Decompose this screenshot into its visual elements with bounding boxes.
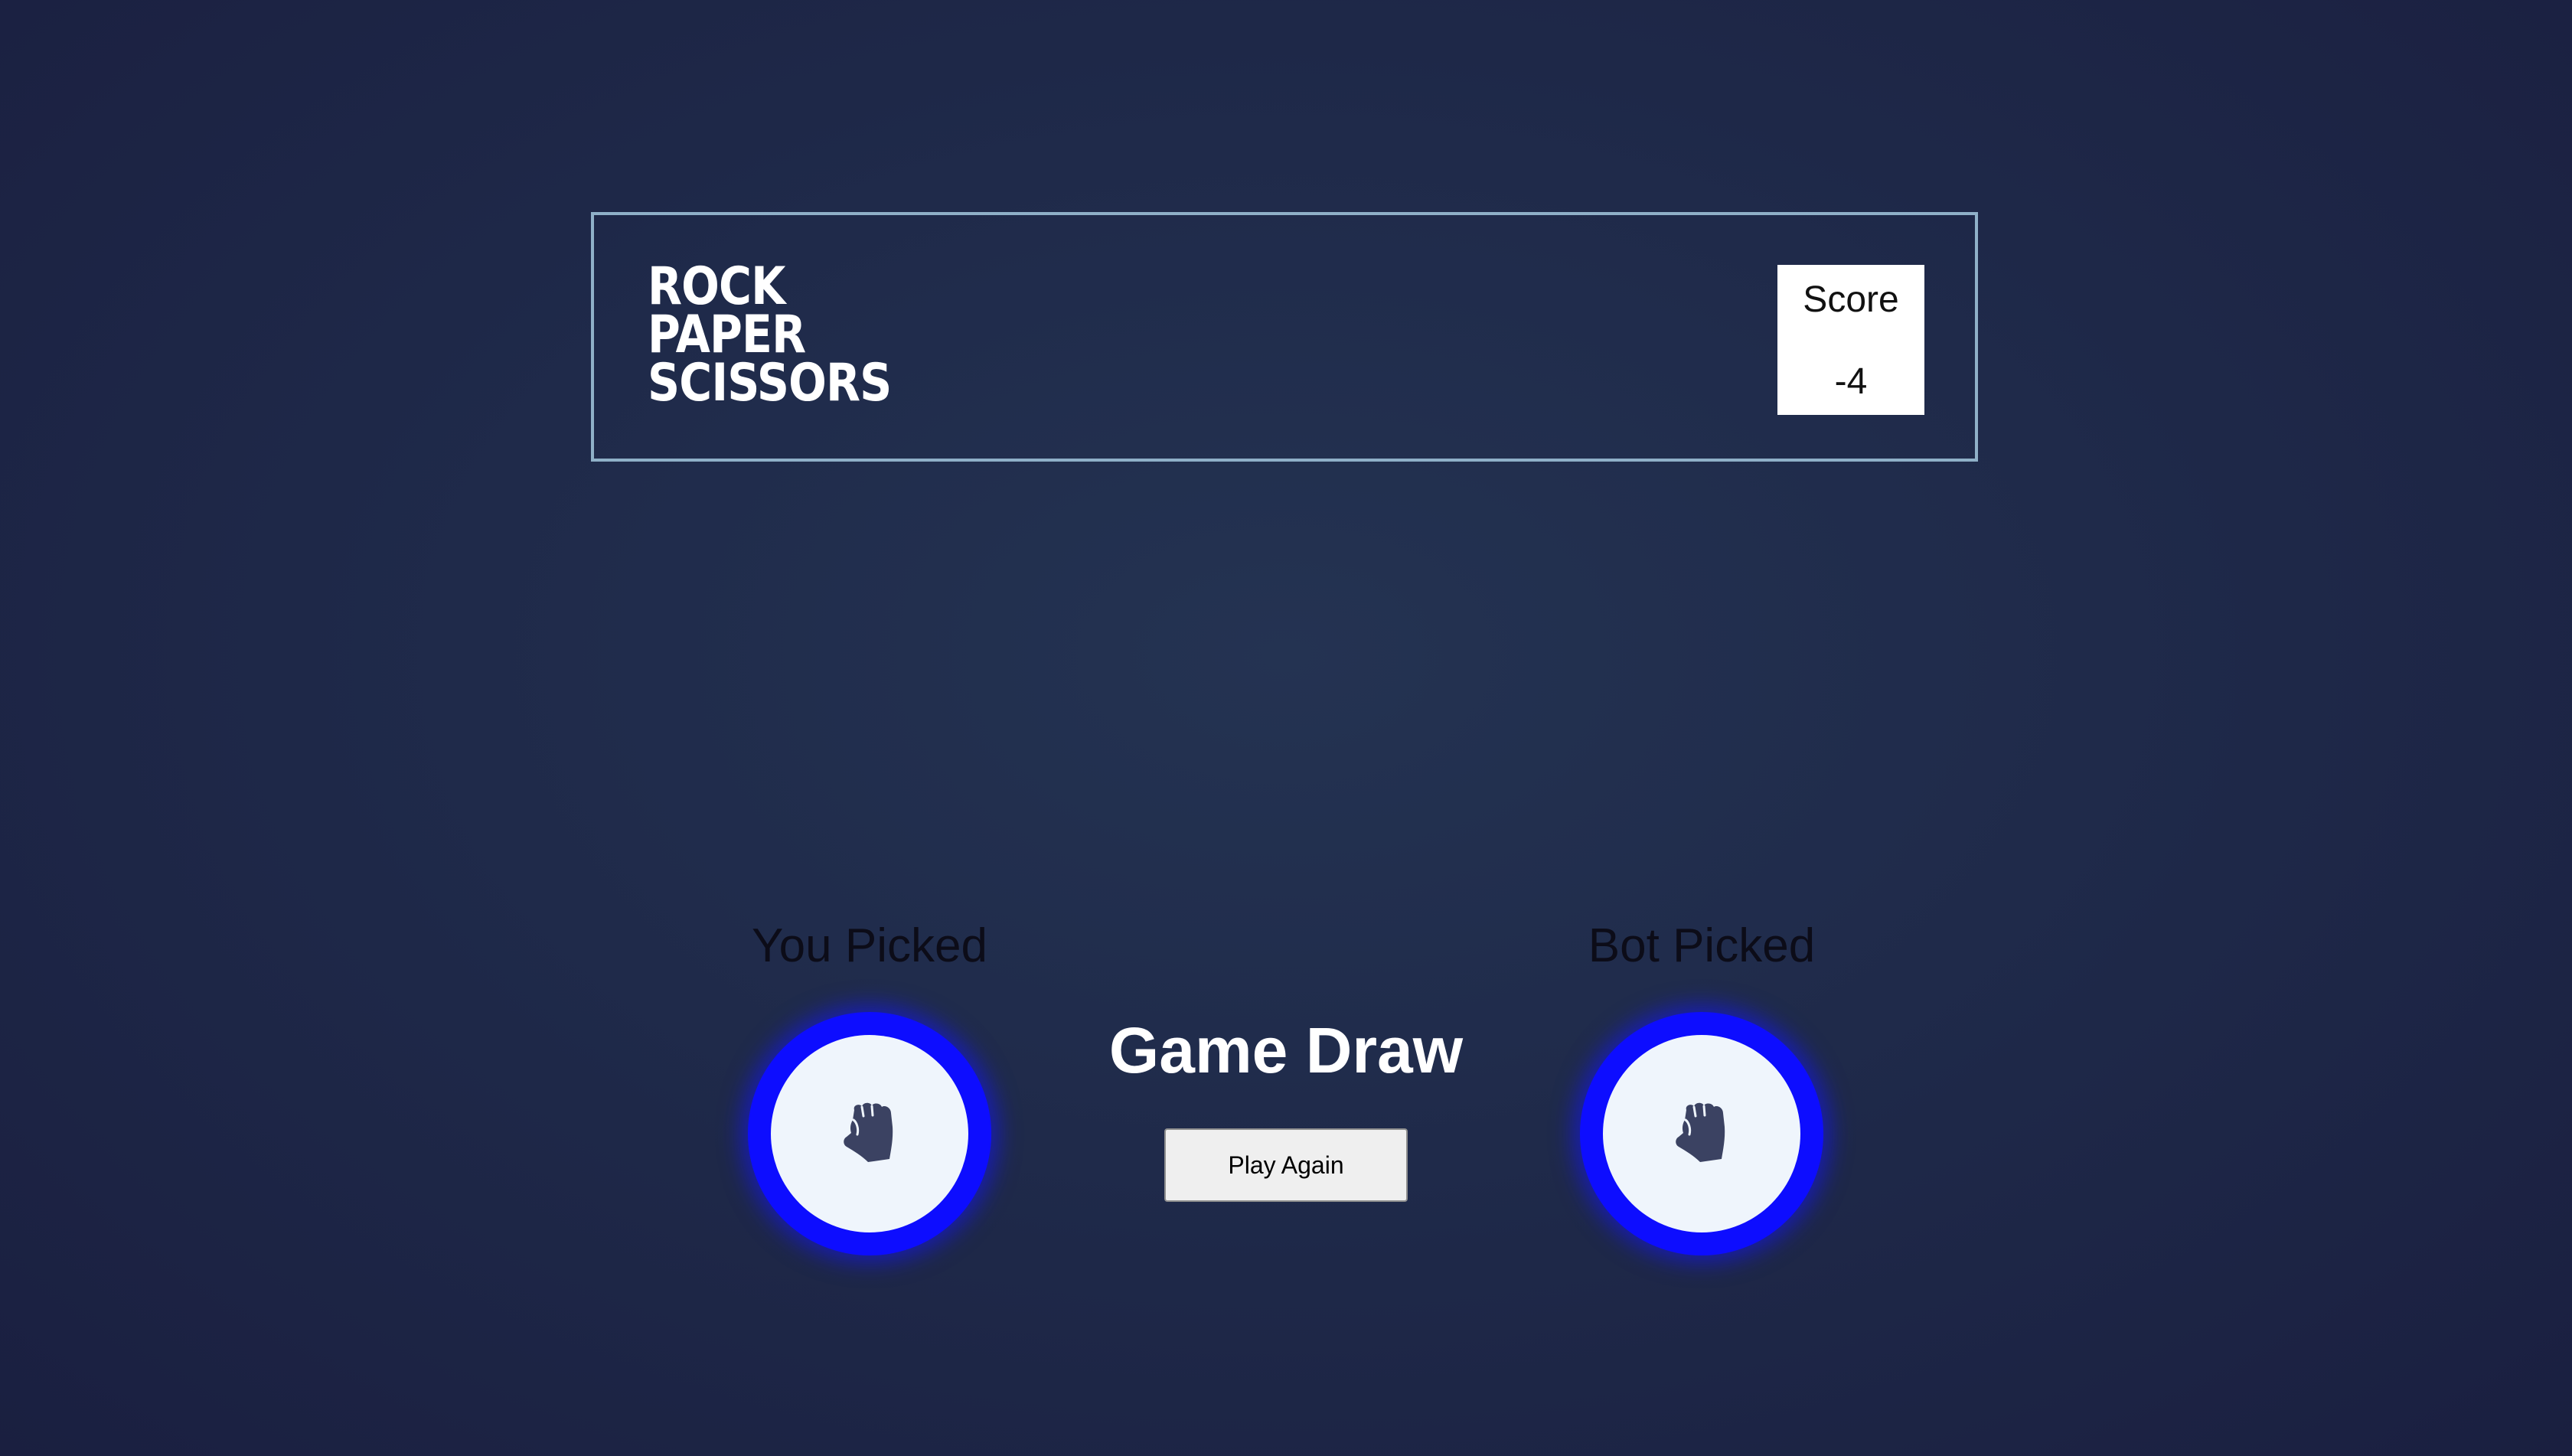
- play-again-button[interactable]: Play Again: [1164, 1128, 1408, 1202]
- score-label: Score: [1803, 279, 1899, 320]
- you-picked-label: You Picked: [752, 919, 987, 972]
- header-panel: ROCK PAPER SCISSORS Score -4: [591, 212, 1978, 462]
- title-line-scissors: SCISSORS: [648, 353, 892, 413]
- score-value: -4: [1834, 361, 1868, 402]
- bot-picked-label: Bot Picked: [1588, 919, 1816, 972]
- rock-fist-icon: [1676, 1102, 1725, 1162]
- bot-pick-token-face: [1603, 1035, 1800, 1232]
- game-result-text: Game Draw: [1108, 1014, 1464, 1086]
- you-pick-token-face: [771, 1035, 968, 1232]
- title-line-rock: ROCK: [648, 256, 785, 317]
- score-box: Score -4: [1777, 265, 1924, 415]
- bot-pick-token: [1580, 1012, 1823, 1255]
- you-pick-token: [748, 1012, 991, 1255]
- game-title: ROCK PAPER SCISSORS: [648, 256, 892, 413]
- rock-fist-icon: [844, 1102, 893, 1162]
- title-line-paper: PAPER: [648, 305, 806, 365]
